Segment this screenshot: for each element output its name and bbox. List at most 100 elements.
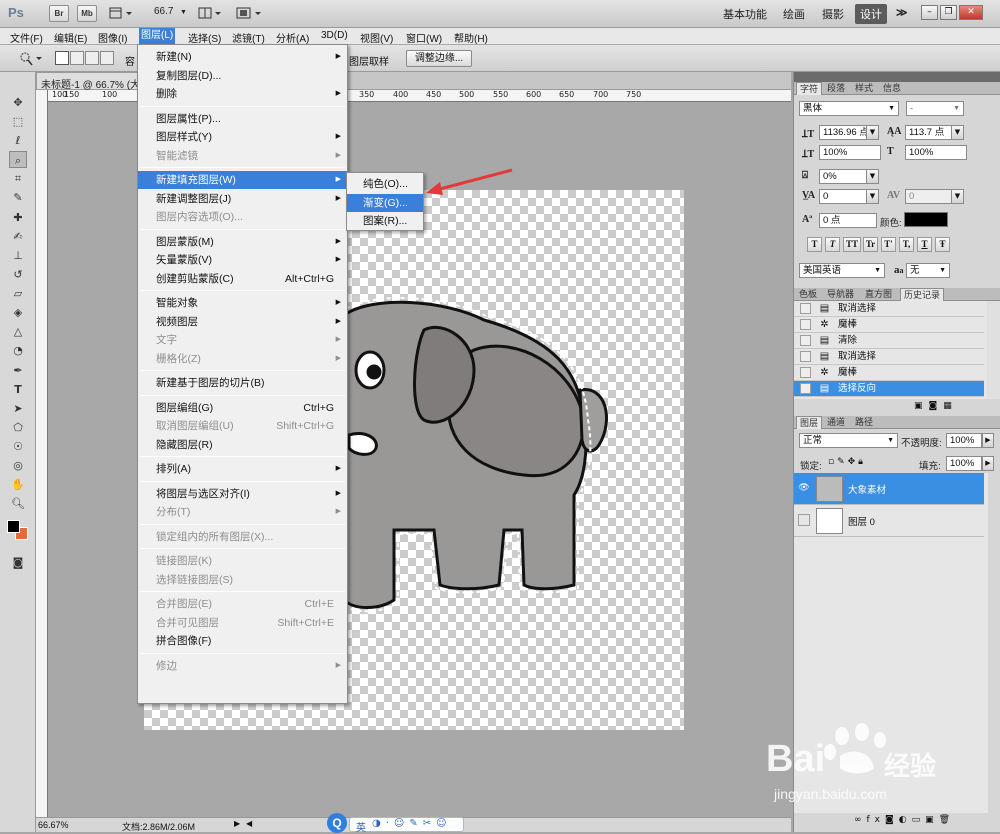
layer-menu-item[interactable]: 图层属性(P)... [138, 110, 347, 128]
dodge-tool-icon[interactable]: ◔ [9, 342, 27, 359]
text-color-swatch[interactable] [904, 212, 948, 227]
menu-analysis[interactable]: 分析(A) [274, 30, 311, 45]
small-caps-button[interactable]: Tr [863, 237, 878, 252]
marquee-tool-icon[interactable]: ⬚ [9, 113, 27, 130]
add-to-selection-icon[interactable] [70, 51, 84, 65]
layer-menu-item[interactable]: 创建剪贴蒙版(C) Alt+Ctrl+G [138, 270, 347, 288]
view-extras-button[interactable] [108, 6, 134, 21]
tab-channels[interactable]: 通道 [824, 416, 848, 429]
baseline-shift-field[interactable]: 0 点 [819, 213, 877, 228]
history-snapshot-checkbox[interactable] [800, 351, 811, 362]
new-selection-icon[interactable] [55, 51, 69, 65]
tab-history[interactable]: 历史记录 [900, 288, 945, 301]
layer-menu-item[interactable]: 图层蒙版(M) ▶ [138, 233, 347, 251]
lock-icons[interactable]: ▫✎✥🔒︎ [828, 457, 866, 467]
move-tool-icon[interactable]: ✥ [9, 94, 27, 111]
status-arrow-icon[interactable]: ▶ [234, 819, 240, 828]
status-zoom[interactable]: 66.67% [38, 820, 69, 830]
underline-button[interactable]: T [917, 237, 932, 252]
fill-slider-icon[interactable]: ▶ [982, 456, 994, 471]
close-window-button[interactable]: ✕ [959, 5, 983, 20]
layer-row[interactable]: 👁︎ 大象素材 [794, 473, 984, 505]
type-tool-icon[interactable]: T [9, 381, 27, 398]
shape-tool-icon[interactable]: ⬠ [9, 419, 27, 436]
mini-bridge-button[interactable]: Mb [77, 5, 97, 22]
eye-icon[interactable]: 👁︎ [798, 482, 810, 494]
history-snapshot-checkbox[interactable] [800, 319, 811, 330]
language-select[interactable]: 美国英语 ▼ [799, 263, 885, 278]
lasso-tool-icon[interactable]: ℓ [9, 132, 27, 149]
menu-edit[interactable]: 编辑(E) [52, 30, 89, 45]
menu-view[interactable]: 视图(V) [358, 30, 395, 45]
opacity-slider-icon[interactable]: ▶ [982, 433, 994, 448]
strikethrough-button[interactable]: Ŧ [935, 237, 950, 252]
chevron-down-icon[interactable]: ▼ [866, 169, 879, 184]
panel-dock-header[interactable] [794, 72, 1000, 82]
path-selection-icon[interactable]: ➤ [9, 400, 27, 417]
history-snapshot-checkbox[interactable] [800, 383, 811, 394]
layer-name[interactable]: 图层 0 [848, 514, 875, 528]
crop-tool-icon[interactable]: ⌗ [9, 170, 27, 187]
history-scrollbar[interactable] [987, 301, 1000, 399]
fill-submenu-item[interactable]: 纯色(O)... [347, 175, 423, 193]
tab-paths[interactable]: 路径 [852, 416, 876, 429]
opacity-field[interactable]: 100% [946, 433, 982, 448]
layer-menu-item[interactable]: 复制图层(D)... [138, 67, 347, 85]
tab-info[interactable]: 信息 [880, 82, 904, 95]
more-workspaces-icon[interactable]: ≫ [896, 6, 908, 19]
layer-menu-item[interactable]: 排列(A) ▶ [138, 460, 347, 478]
history-item[interactable]: ▤ 清除 [794, 333, 984, 349]
layer-menu-item[interactable]: 删除 ▶ [138, 85, 347, 103]
workspace-photography[interactable]: 摄影 [822, 6, 844, 22]
fill-submenu-item[interactable]: 图案(R)... [347, 212, 423, 230]
faux-italic-button[interactable]: T [825, 237, 840, 252]
tab-styles[interactable]: 样式 [852, 82, 876, 95]
3d-orbit-icon[interactable]: ◎ [9, 457, 27, 474]
horizontal-scale-field[interactable]: 100% [905, 145, 967, 160]
layer-menu-item[interactable]: 新建(N) ▶ [138, 48, 347, 66]
history-brush-icon[interactable]: ↺ [9, 266, 27, 283]
subscript-button[interactable]: T, [899, 237, 914, 252]
bridge-button[interactable]: Br [49, 5, 69, 22]
vertical-ruler[interactable] [36, 90, 48, 817]
zoom-dropdown-icon[interactable]: ▼ [180, 9, 187, 16]
clone-stamp-icon[interactable]: ⊥ [9, 247, 27, 264]
ime-toolbar[interactable]: 英 ◑·☺✎✂☺ [349, 817, 464, 834]
menu-layer[interactable]: 图层(L) [139, 28, 176, 44]
workspace-design[interactable]: 设计 [855, 4, 887, 24]
hand-tool-icon[interactable]: ✋ [9, 476, 27, 493]
tab-paragraph[interactable]: 段落 [824, 82, 848, 95]
blend-mode-select[interactable]: 正常 ▼ [799, 433, 898, 448]
layer-menu-item[interactable]: 图层样式(Y) ▶ [138, 128, 347, 146]
tab-navigator[interactable]: 导航器 [824, 288, 857, 301]
minimize-button[interactable]: – [921, 5, 938, 20]
menu-filter[interactable]: 滤镜(T) [230, 30, 267, 45]
history-item[interactable]: ▤ 取消选择 [794, 349, 984, 365]
history-item[interactable]: ✲ 魔棒 [794, 317, 984, 333]
font-style-select[interactable]: - ▼ [906, 101, 964, 116]
layer-menu-item[interactable]: 拼合图像(F) [138, 632, 347, 650]
history-item[interactable]: ▤ 选择反向 [794, 381, 984, 397]
ime-icons[interactable]: ◑·☺✎✂☺ [372, 818, 452, 829]
tab-character[interactable]: 字符 [796, 82, 823, 95]
pen-tool-icon[interactable]: ✒ [9, 362, 27, 379]
fill-field[interactable]: 100% [946, 456, 982, 471]
layer-name[interactable]: 大象素材 [848, 482, 886, 496]
menu-select[interactable]: 选择(S) [186, 30, 223, 45]
eraser-tool-icon[interactable]: ▱ [9, 285, 27, 302]
history-snapshot-checkbox[interactable] [800, 367, 811, 378]
blur-tool-icon[interactable]: △ [9, 323, 27, 340]
foreground-color-swatch[interactable] [7, 520, 20, 533]
menu-3d[interactable]: 3D(D) [319, 30, 350, 41]
layer-menu-item[interactable]: 隐藏图层(R) [138, 436, 347, 454]
quick-mask-icon[interactable]: ◙ [9, 554, 27, 571]
paint-bucket-icon[interactable]: ◈ [9, 304, 27, 321]
maximize-button[interactable]: ❐ [940, 5, 957, 20]
3d-rotate-icon[interactable]: ☉ [9, 438, 27, 455]
faux-bold-button[interactable]: T [807, 237, 822, 252]
layer-menu-item[interactable]: 矢量蒙版(V) ▶ [138, 251, 347, 269]
layer-row[interactable]: 图层 0 [794, 505, 984, 537]
eyedropper-tool-icon[interactable]: ✎ [9, 189, 27, 206]
history-item[interactable]: ✲ 魔棒 [794, 365, 984, 381]
zoom-tool-icon[interactable]: 🔍︎ [9, 495, 27, 512]
